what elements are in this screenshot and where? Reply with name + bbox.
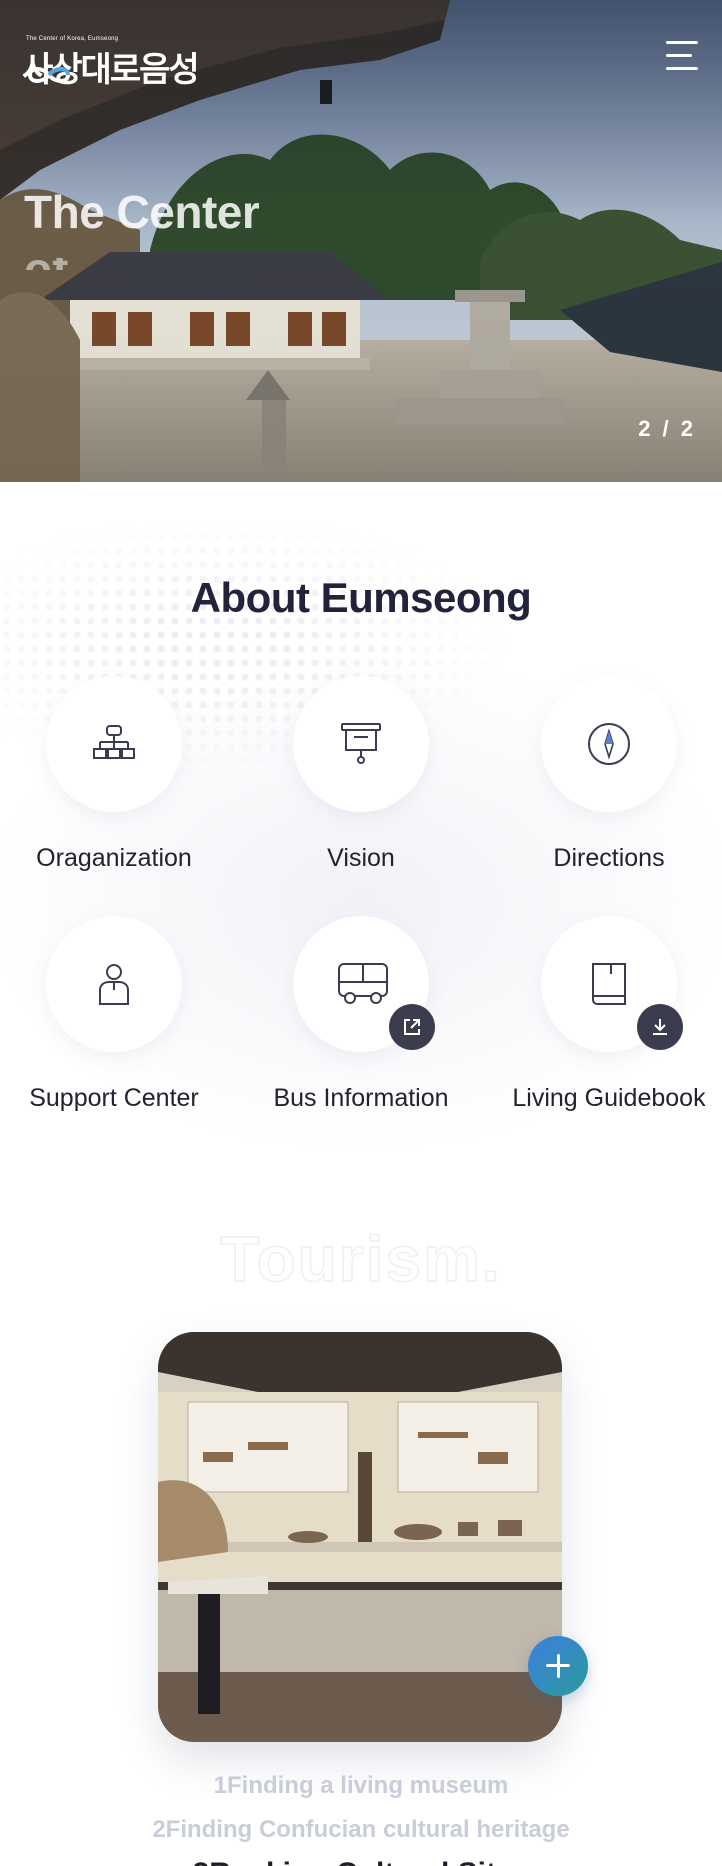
about-item-label: Living Guidebook (512, 1084, 706, 1112)
bus-icon (338, 963, 388, 1004)
about-item-label: Vision (327, 844, 395, 872)
tourism-list-item-active[interactable]: 3Ranking Cultural Sites (0, 1852, 722, 1866)
about-item-living-guidebook[interactable]: Living Guidebook (499, 916, 719, 1114)
hero-title-line2: of (24, 258, 88, 270)
presentation-board-icon (341, 723, 381, 764)
tourism-photo[interactable] (158, 1332, 562, 1742)
book-icon (592, 963, 626, 1005)
about-title: About Eumseong (190, 574, 532, 621)
icon-circle (46, 676, 182, 812)
tourism-list-item[interactable]: 2Finding Confucian cultural heritage (0, 1808, 722, 1852)
about-item-label: Support Center (29, 1084, 199, 1112)
tourism-list-item[interactable]: 1Finding a living museum (0, 1764, 722, 1808)
download-icon[interactable] (637, 1004, 683, 1050)
icon-circle (541, 916, 683, 1052)
icon-circle (541, 676, 677, 812)
about-item-label: Bus Information (273, 1084, 449, 1112)
about-section: About Eumseong Oraganization Vision Dire… (0, 482, 722, 1222)
about-item-label: Directions (553, 844, 665, 872)
site-logo[interactable]: The Center of Korea, Eumseong 사상대로음성 (22, 36, 200, 90)
about-item-vision[interactable]: Vision (251, 676, 471, 874)
icon-circle (293, 916, 435, 1052)
icon-circle (46, 916, 182, 1052)
external-link-glyph (404, 1019, 420, 1035)
about-item-directions[interactable]: Directions (499, 676, 719, 874)
slide-counter: 2 / 2 (638, 416, 696, 441)
about-item-support-center[interactable]: Support Center (4, 916, 224, 1114)
plus-icon[interactable] (528, 1636, 588, 1696)
compass-icon (588, 723, 630, 765)
tourism-watermark: Tourism. (220, 1222, 502, 1296)
infinity-logo-icon (27, 67, 71, 83)
person-icon (99, 964, 129, 1005)
hamburger-menu-icon[interactable] (664, 38, 700, 74)
about-item-label: Oraganization (36, 844, 192, 872)
museum-image (158, 1332, 562, 1742)
hero-slider: The Center of Korea, Eumseong 사상대로음성 The… (0, 0, 722, 482)
external-link-icon[interactable] (389, 1004, 435, 1050)
download-glyph (653, 1019, 667, 1035)
about-item-bus-information[interactable]: Bus Information (251, 916, 471, 1114)
about-item-organization[interactable]: Oraganization (4, 676, 224, 874)
hero-title: The Center (24, 186, 260, 230)
icon-circle (293, 676, 429, 812)
org-chart-icon (93, 725, 135, 759)
